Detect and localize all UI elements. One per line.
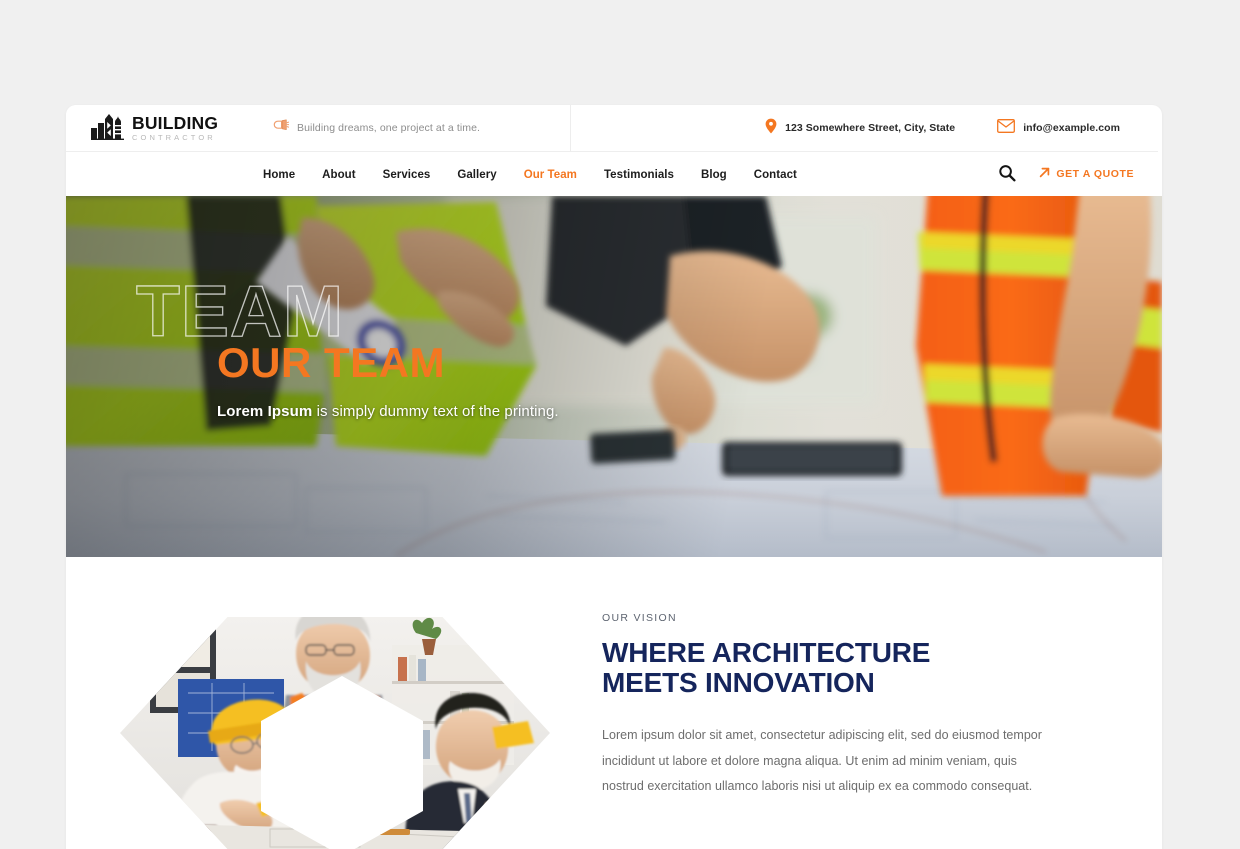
main-navigation: Home About Services Gallery Our Team Tes… bbox=[66, 152, 1158, 196]
get-a-quote-label: GET A QUOTE bbox=[1056, 168, 1134, 180]
contact-email[interactable]: info@example.com bbox=[997, 118, 1120, 138]
vision-copy: OUR VISION WHERE ARCHITECTURE MEETS INNO… bbox=[602, 609, 1114, 849]
arrow-up-right-icon bbox=[1038, 166, 1051, 182]
tagline-text: Building dreams, one project at a time. bbox=[297, 122, 481, 134]
brand-subtitle: CONTRACTOR bbox=[132, 133, 216, 142]
search-icon bbox=[998, 164, 1016, 185]
search-button[interactable] bbox=[998, 164, 1016, 185]
contact-address[interactable]: 123 Somewhere Street, City, State bbox=[765, 118, 955, 139]
nav-item-contact[interactable]: Contact bbox=[754, 165, 797, 183]
site-header: BUILDING CONTRACTOR Building dreams, one… bbox=[66, 105, 1158, 196]
top-info-bar: BUILDING CONTRACTOR Building dreams, one… bbox=[66, 105, 1158, 152]
section-eyebrow: OUR VISION bbox=[602, 612, 677, 624]
nav-item-testimonials[interactable]: Testimonials bbox=[604, 165, 674, 183]
nav-link-about[interactable]: About bbox=[322, 169, 355, 181]
site-logo[interactable]: BUILDING CONTRACTOR bbox=[66, 112, 238, 145]
hero-subtitle-bold: Lorem Ipsum bbox=[217, 403, 313, 420]
page-card: BUILDING CONTRACTOR Building dreams, one… bbox=[66, 105, 1162, 849]
nav-link-home[interactable]: Home bbox=[263, 169, 295, 181]
hero-content: TEAM OUR TEAM Lorem Ipsum is simply dumm… bbox=[135, 275, 702, 420]
nav-link-our-team[interactable]: Our Team bbox=[524, 169, 577, 181]
nav-item-our-team[interactable]: Our Team bbox=[524, 165, 577, 183]
vision-section: OUR VISION WHERE ARCHITECTURE MEETS INNO… bbox=[66, 557, 1162, 849]
nav-list: Home About Services Gallery Our Team Tes… bbox=[263, 165, 797, 183]
nav-item-services[interactable]: Services bbox=[383, 165, 431, 183]
hero-banner: TEAM OUR TEAM Lorem Ipsum is simply dumm… bbox=[66, 196, 1162, 557]
tagline-block: Building dreams, one project at a time. bbox=[238, 105, 571, 152]
get-a-quote-button[interactable]: GET A QUOTE bbox=[1038, 166, 1134, 182]
nav-item-blog[interactable]: Blog bbox=[701, 165, 727, 183]
email-text: info@example.com bbox=[1023, 122, 1120, 134]
header-contacts: 123 Somewhere Street, City, State info@e… bbox=[765, 118, 1158, 139]
building-skyline-icon bbox=[91, 112, 125, 145]
megaphone-icon bbox=[273, 119, 290, 137]
nav-item-home[interactable]: Home bbox=[263, 165, 295, 183]
nav-link-gallery[interactable]: Gallery bbox=[457, 169, 496, 181]
nav-link-contact[interactable]: Contact bbox=[754, 169, 797, 181]
nav-actions: GET A QUOTE bbox=[998, 164, 1134, 185]
address-text: 123 Somewhere Street, City, State bbox=[785, 122, 956, 134]
nav-item-gallery[interactable]: Gallery bbox=[457, 165, 496, 183]
envelope-icon bbox=[997, 118, 1016, 138]
location-pin-icon bbox=[765, 118, 777, 139]
hero-subtitle: Lorem Ipsum is simply dummy text of the … bbox=[142, 403, 702, 420]
nav-link-testimonials[interactable]: Testimonials bbox=[604, 169, 674, 181]
team-hexagon-collage bbox=[120, 609, 550, 849]
hero-subtitle-rest: is simply dummy text of the printing. bbox=[312, 403, 559, 420]
nav-link-services[interactable]: Services bbox=[383, 169, 431, 181]
section-body: Lorem ipsum dolor sit amet, consectetur … bbox=[602, 727, 1042, 794]
nav-link-blog[interactable]: Blog bbox=[701, 169, 727, 181]
section-title: WHERE ARCHITECTURE MEETS INNOVATION bbox=[602, 637, 931, 698]
hero-title: OUR TEAM bbox=[217, 339, 445, 386]
brand-title: BUILDING bbox=[132, 112, 219, 133]
nav-item-about[interactable]: About bbox=[322, 165, 355, 183]
